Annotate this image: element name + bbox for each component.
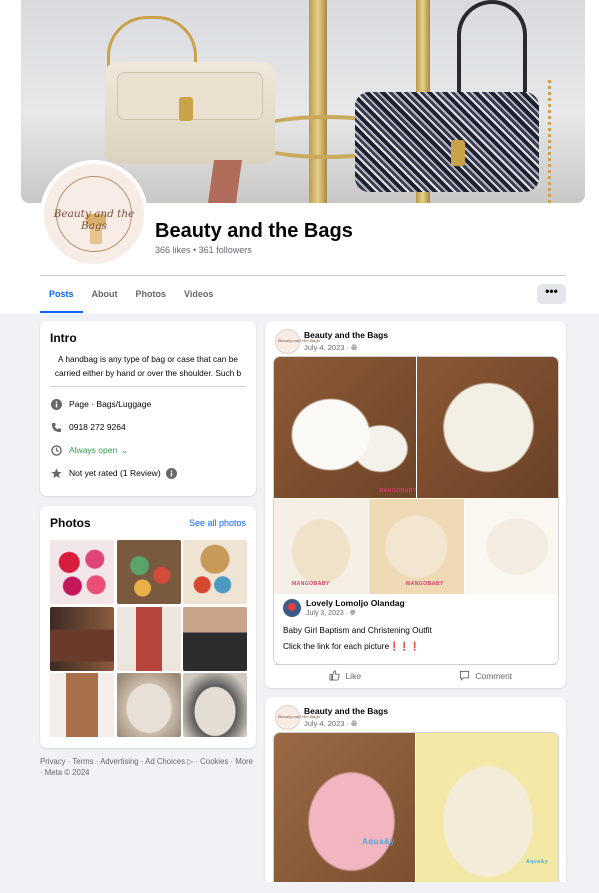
info-phone: 0918 272 9264 <box>50 421 246 433</box>
shared-caption-link: Click the link for each picture❗❗❗ <box>283 641 421 651</box>
globe-icon: 🌐︎ <box>351 719 358 728</box>
brown-strap <box>207 160 243 203</box>
post-image[interactable] <box>274 499 368 594</box>
bio-line-1: A handbag is any type of bag or case tha… <box>58 354 238 364</box>
post-actions: Like Comment <box>275 664 556 681</box>
photo-thumbnail[interactable] <box>50 606 114 671</box>
post: Beauty and the Bags Beauty and the Bags … <box>265 321 566 688</box>
photo-thumbnail[interactable] <box>183 540 247 604</box>
photo-thumbnail[interactable] <box>50 540 114 604</box>
see-all-photos-link[interactable]: See all photos <box>189 518 246 528</box>
page-tabs: Posts About Photos Videos <box>40 281 222 313</box>
hours-status: Always open <box>69 445 118 455</box>
page-title: Beauty and the Bags <box>155 220 353 242</box>
intro-title: Intro <box>50 331 77 345</box>
photo-thumbnail[interactable] <box>116 673 181 737</box>
shared-post[interactable]: MANGOBABY MANGOBABY MANGOBABY Lovely Lom… <box>273 356 559 665</box>
cream-bag-clasp <box>179 97 193 121</box>
page-stats[interactable]: 366 likes • 361 followers <box>155 245 252 255</box>
intro-bio: A handbag is any type of bag or case tha… <box>50 352 246 387</box>
thumbs-up-icon <box>329 670 341 681</box>
stand-pole <box>309 0 327 203</box>
comment-label: Comment <box>475 670 513 681</box>
phone-number[interactable]: 0918 272 9264 <box>69 422 126 432</box>
post-image[interactable] <box>416 733 558 892</box>
gold-chain <box>521 80 551 203</box>
footer-line-2: · Meta © 2024 <box>40 768 90 777</box>
intro-card: Intro A handbag is any type of bag or ca… <box>40 321 256 496</box>
rating-text: Not yet rated (1 Review) <box>69 468 161 478</box>
shared-caption: Baby Girl Baptism and Christening Outfit <box>283 625 432 635</box>
more-options-button[interactable]: ••• <box>537 284 566 304</box>
post-image[interactable] <box>465 499 558 594</box>
post-date-text: July 4, 2023 · <box>304 719 352 728</box>
info-category: Page · Bags/Luggage <box>50 398 246 410</box>
tab-videos[interactable]: Videos <box>175 281 222 313</box>
profile-picture[interactable]: Beauty and the Bags <box>40 160 148 268</box>
photo-thumbnail[interactable] <box>116 606 181 671</box>
phone-icon <box>50 421 62 433</box>
tab-posts[interactable]: Posts <box>40 281 83 313</box>
post-date[interactable]: July 4, 2023 · 🌐︎ <box>304 719 388 729</box>
like-label: Like <box>345 670 362 681</box>
post-images[interactable]: Aqua&y Aqua&y <box>273 732 559 893</box>
image-watermark: MANGOBABY <box>406 581 444 587</box>
header-divider <box>40 275 566 276</box>
avatar[interactable]: Beauty and the Bags <box>275 705 320 730</box>
info-rating: Not yet rated (1 Review) <box>50 467 246 479</box>
image-watermark: Aqua&y <box>526 859 548 865</box>
like-button[interactable]: Like <box>275 670 416 681</box>
photo-thumbnail[interactable] <box>183 673 247 737</box>
logo-text: Beauty and the Bags <box>53 208 135 232</box>
chevron-down-icon: ⌄ <box>121 445 128 455</box>
photo-thumbnail[interactable] <box>50 673 114 737</box>
comment-button[interactable]: Comment <box>416 670 557 681</box>
tweed-bag <box>355 92 539 192</box>
photos-title: Photos <box>50 516 91 530</box>
info-circle-icon <box>50 398 62 410</box>
clock-icon <box>50 444 62 456</box>
page-header: Beauty and the Bags Beauty and the Bags … <box>0 0 599 314</box>
tab-about[interactable]: About <box>83 281 127 313</box>
shared-post-info: Lovely Lomoljo Olandag July 3, 2023 · 🌐︎… <box>274 594 558 664</box>
bottom-bar <box>0 882 599 893</box>
post-image[interactable] <box>274 733 415 892</box>
post-header: Beauty and the Bags Beauty and the Bags … <box>275 329 388 354</box>
info-hours[interactable]: Always open ⌄ <box>50 444 246 456</box>
bio-line-2: carried either by hand or over the shoul… <box>54 368 242 378</box>
shared-date[interactable]: July 3, 2023 · 🌐︎ <box>306 610 405 618</box>
post-image[interactable] <box>274 357 416 498</box>
image-watermark: MANGOBABY <box>379 488 417 494</box>
image-watermark: MANGOBABY <box>292 581 330 587</box>
photo-thumbnail[interactable] <box>183 606 247 671</box>
info-circle-icon[interactable] <box>166 467 178 479</box>
post-image[interactable] <box>417 357 558 498</box>
shared-author[interactable]: Lovely Lomoljo Olandag <box>306 598 405 608</box>
comment-icon <box>460 670 470 681</box>
post-image[interactable] <box>369 499 464 594</box>
tweed-bag-clasp <box>451 140 465 166</box>
globe-icon: 🌐︎ <box>349 610 356 617</box>
shared-date-text: July 3, 2023 · <box>306 610 350 617</box>
category-label: Page · Bags/Luggage <box>69 399 152 409</box>
avatar-logo-text: Beauty and the Bags <box>278 338 320 343</box>
post-date[interactable]: July 4, 2023 · 🌐︎ <box>304 343 388 353</box>
avatar[interactable] <box>283 599 301 617</box>
footer-links: Privacy · Terms · Advertising · Ad Choic… <box>40 756 258 778</box>
photos-card: Photos See all photos <box>40 506 256 748</box>
globe-icon: 🌐︎ <box>351 343 358 352</box>
tab-photos[interactable]: Photos <box>127 281 176 313</box>
photo-grid <box>50 540 247 737</box>
avatar[interactable]: Beauty and the Bags <box>275 329 320 354</box>
image-watermark: Aqua&y <box>362 837 396 846</box>
star-icon <box>50 467 62 479</box>
black-strap <box>457 0 527 100</box>
post: Beauty and the Bags Beauty and the Bags … <box>265 697 566 893</box>
shared-post-images[interactable]: MANGOBABY MANGOBABY MANGOBABY <box>274 357 558 594</box>
photo-thumbnail[interactable] <box>116 540 181 604</box>
post-date-text: July 4, 2023 · <box>304 343 352 352</box>
footer-line-1[interactable]: Privacy · Terms · Advertising · Ad Choic… <box>40 756 258 767</box>
avatar-logo-text: Beauty and the Bags <box>278 714 320 719</box>
post-header: Beauty and the Bags Beauty and the Bags … <box>275 705 388 730</box>
